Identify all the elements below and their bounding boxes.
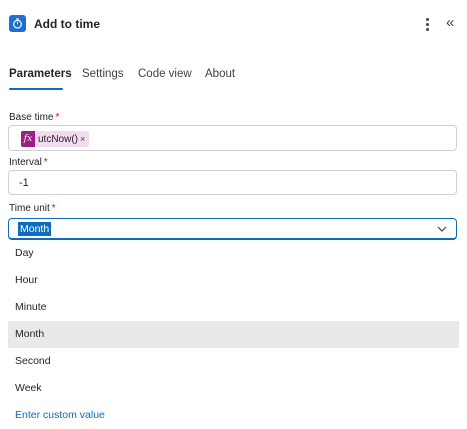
option-day[interactable]: Day [8, 240, 459, 267]
panel-title: Add to time [34, 17, 100, 31]
remove-token-button[interactable]: × [80, 134, 85, 144]
function-icon: fx [21, 131, 35, 147]
collapse-icon[interactable]: « [446, 13, 462, 33]
required-marker: * [43, 157, 48, 168]
interval-label-text: Interval [9, 157, 42, 168]
panel-header: Add to time « [0, 0, 467, 50]
tab-settings[interactable]: Settings [82, 68, 124, 80]
time-unit-label: Time unit * [9, 203, 56, 214]
time-unit-selected-value: Month [18, 222, 52, 236]
active-tab-indicator [9, 88, 63, 90]
option-second[interactable]: Second [8, 348, 459, 375]
interval-label: Interval * [9, 157, 48, 168]
base-time-label: Base time * [9, 112, 59, 123]
option-week[interactable]: Week [8, 375, 459, 402]
timer-icon [9, 15, 26, 32]
option-hour[interactable]: Hour [8, 267, 459, 294]
base-time-field[interactable]: fx utcNow() × [8, 125, 457, 151]
tab-parameters[interactable]: Parameters [9, 68, 72, 80]
enter-custom-value-link[interactable]: Enter custom value [8, 402, 459, 429]
interval-input[interactable]: -1 [8, 170, 457, 195]
expression-token-text: utcNow() [38, 133, 79, 145]
required-marker: * [51, 203, 56, 214]
time-unit-dropdown-list: Day Hour Minute Month Second Week Enter … [8, 240, 459, 429]
option-month[interactable]: Month [8, 321, 459, 348]
time-unit-label-text: Time unit [9, 203, 50, 214]
more-options-icon[interactable] [420, 14, 434, 34]
required-marker: * [55, 112, 60, 123]
tab-about[interactable]: About [205, 68, 235, 80]
chevron-down-icon[interactable] [436, 223, 448, 235]
tab-bar: Parameters Settings Code view About [0, 62, 467, 92]
option-minute[interactable]: Minute [8, 294, 459, 321]
tab-code-view[interactable]: Code view [138, 68, 192, 80]
base-time-label-text: Base time [9, 112, 54, 123]
interval-value: -1 [19, 177, 29, 189]
expression-token[interactable]: fx utcNow() × [21, 131, 90, 147]
time-unit-select[interactable]: Month [8, 218, 457, 240]
